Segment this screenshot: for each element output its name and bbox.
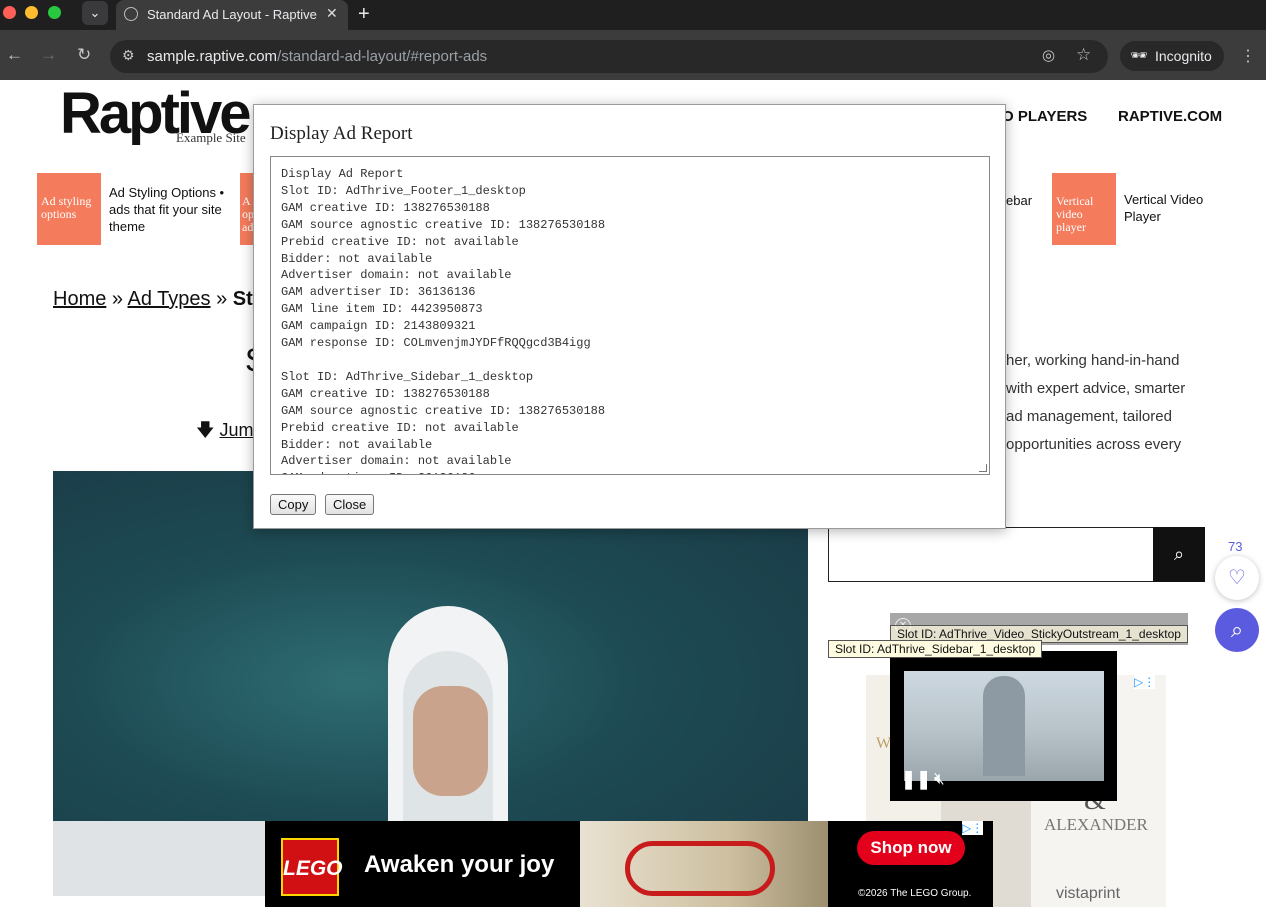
card-title-vertical-video[interactable]: Vertical Video Player [1124, 191, 1224, 225]
search-icon[interactable]: ⌕ [1153, 527, 1205, 582]
browser-chrome: ⌄ Standard Ad Layout - Raptive ✕ + ← → ↻… [0, 0, 1266, 80]
minimize-window-button[interactable] [25, 6, 38, 19]
intro-paragraph: her, working hand-in-hand with expert ad… [1006, 352, 1186, 453]
browser-menu-icon[interactable]: ⋮ [1240, 46, 1256, 66]
address-bar[interactable]: ⚙ sample.raptive.com/standard-ad-layout/… [110, 40, 1108, 73]
jump-to-link[interactable]: 🡇 Jum [196, 418, 254, 448]
new-tab-button[interactable]: + [358, 3, 370, 26]
bookmark-star-icon[interactable]: ☆ [1076, 45, 1091, 65]
card-image-vertical-video[interactable]: Vertical video player [1052, 173, 1116, 245]
card-image-ad-styling[interactable]: Ad styling options [37, 173, 101, 245]
forward-arrow-icon[interactable]: → [40, 46, 57, 64]
back-arrow-icon[interactable]: ← [6, 46, 23, 64]
arrow-down-icon: 🡇 [196, 420, 215, 440]
toolbar: ← → ↻ ⚙ sample.raptive.com/standard-ad-l… [0, 30, 1266, 80]
video-presenter [983, 676, 1025, 776]
lego-copyright: ©2026 The LEGO Group. [858, 888, 972, 899]
favorite-count: 73 [1228, 539, 1243, 554]
breadcrumb-separator: » [111, 288, 124, 310]
nav-item-video-players[interactable]: O PLAYERS [1002, 108, 1087, 125]
shop-now-button[interactable]: Shop now [857, 831, 965, 865]
display-ad-report-dialog: Display Ad Report Display Ad Report Slot… [253, 104, 1006, 529]
reload-icon[interactable]: ↻ [77, 46, 91, 64]
breadcrumb-ad-types[interactable]: Ad Types [128, 288, 211, 310]
tab-search-chevron-icon[interactable]: ⌄ [82, 1, 108, 25]
tab-active[interactable]: Standard Ad Layout - Raptive ✕ [116, 0, 348, 30]
video-player[interactable]: ❚❚ 🔇︎ [890, 651, 1117, 801]
dialog-title: Display Ad Report [270, 123, 413, 144]
mute-icon[interactable]: 🔇︎ [934, 769, 945, 789]
heart-icon[interactable]: ♡ [1215, 556, 1259, 600]
url-path: /standard-ad-layout/#report-ads [277, 48, 488, 65]
eye-off-icon[interactable]: ◎ [1042, 46, 1055, 64]
incognito-badge[interactable]: 🕶 Incognito [1120, 41, 1224, 71]
footer-ad-lego[interactable]: LEGO Awaken your joy Shop now ©2026 The … [265, 821, 993, 907]
search-fab-icon[interactable]: ⌕ [1215, 608, 1259, 652]
ad-text-alexander: ALEXANDER [1044, 815, 1148, 834]
tab-strip: ⌄ Standard Ad Layout - Raptive ✕ + [0, 0, 1266, 30]
slot-label-sidebar: Slot ID: AdThrive_Sidebar_1_desktop [828, 640, 1043, 658]
copy-button[interactable]: Copy [270, 494, 317, 515]
adchoices-icon[interactable]: ▷⋮ [1134, 675, 1156, 689]
incognito-label: Incognito [1155, 48, 1212, 64]
url-host: sample.raptive.com [147, 48, 278, 65]
card-title-ad-styling[interactable]: Ad Styling Options • ads that fit your s… [109, 184, 234, 235]
close-tab-icon[interactable]: ✕ [326, 5, 338, 22]
lego-tagline: Awaken your joy [364, 851, 555, 878]
site-logo-subtitle: Example Site [176, 130, 246, 145]
globe-icon [124, 7, 138, 21]
close-button[interactable]: Close [325, 494, 375, 515]
ad-text-vistaprint: vistaprint [1056, 885, 1121, 902]
sidebar-search-input[interactable]: ⌕ [828, 527, 1205, 582]
adchoices-icon[interactable]: ▷⋮ [962, 821, 984, 835]
nav-item-raptive-com[interactable]: RAPTIVE.COM [1118, 108, 1222, 125]
jump-link-text: Jum [219, 420, 254, 440]
ad-text-w: W [876, 735, 892, 752]
couple-figure [413, 686, 488, 796]
breadcrumb-current: St [232, 288, 253, 310]
report-textarea[interactable]: Display Ad Report Slot ID: AdThrive_Foot… [270, 156, 990, 475]
resize-handle-icon[interactable] [979, 464, 987, 472]
lego-logo: LEGO [281, 838, 343, 896]
incognito-icon: 🕶 [1130, 47, 1148, 63]
breadcrumb-home[interactable]: Home [53, 288, 106, 310]
card-title-sidebar[interactable]: ebar [1006, 192, 1032, 209]
bike-shape [625, 841, 775, 896]
pause-icon[interactable]: ❚❚ [901, 769, 931, 790]
breadcrumb-separator: » [216, 288, 228, 310]
url-text[interactable]: sample.raptive.com/standard-ad-layout/#r… [147, 48, 487, 65]
site-settings-icon[interactable]: ⚙ [122, 47, 135, 64]
tab-title: Standard Ad Layout - Raptive [147, 7, 317, 22]
close-window-button[interactable] [3, 6, 16, 19]
breadcrumb: Home » Ad Types » St [53, 288, 253, 311]
card-image-2[interactable]: A op ad [240, 173, 254, 245]
maximize-window-button[interactable] [48, 6, 61, 19]
report-text: Display Ad Report Slot ID: AdThrive_Foot… [281, 167, 606, 474]
